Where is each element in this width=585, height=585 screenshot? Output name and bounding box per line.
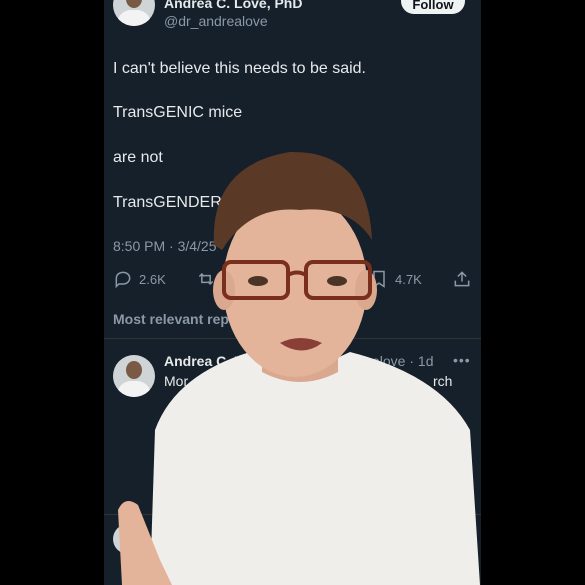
tweet-timestamp: 8:50 PM · 3/4/25 — [113, 238, 217, 254]
author-name[interactable]: Andrea C. Love, PhD — [164, 0, 302, 11]
share-icon — [454, 271, 470, 287]
tweet-text-line-4: TransGENDER — [113, 194, 222, 211]
share-button[interactable] — [452, 269, 472, 289]
repost-button[interactable] — [196, 269, 216, 289]
tweet-text-line-3: are not — [113, 149, 163, 166]
reply-avatar[interactable] — [113, 355, 155, 397]
composer-avatar[interactable] — [113, 524, 143, 554]
messages-icon[interactable] — [440, 576, 462, 585]
repost-icon — [198, 272, 214, 286]
reply-author-name[interactable]: Andrea C. L — [164, 353, 243, 369]
divider — [104, 338, 481, 339]
reply-icon — [115, 271, 131, 289]
more-options-icon[interactable]: ••• — [453, 352, 471, 368]
author-handle[interactable]: @dr_andrealove — [164, 13, 268, 29]
tweet-screen: Andrea C. Love, PhD @dr_andrealove Follo… — [104, 0, 481, 585]
reply-handle-time: elove · 1d — [372, 353, 434, 369]
follow-button[interactable]: Follow — [401, 0, 465, 14]
reply-button[interactable]: 2.6K — [113, 269, 166, 289]
tweet-text-line-1: I can't believe this needs to be said. — [113, 60, 366, 77]
reply-text-right: rch — [433, 373, 453, 389]
reply-count: 2.6K — [139, 271, 166, 287]
tweet-text-line-2: TransGENIC mice — [113, 104, 243, 121]
bookmark-count: 4.7K — [395, 271, 422, 287]
reply-text-left: Mor — [164, 373, 189, 389]
bookmark-icon — [373, 270, 385, 288]
bookmark-button[interactable]: 4.7K — [369, 269, 422, 289]
author-avatar[interactable] — [113, 0, 155, 26]
replies-sort-label[interactable]: Most relevant repl — [113, 311, 233, 327]
divider — [104, 514, 481, 515]
